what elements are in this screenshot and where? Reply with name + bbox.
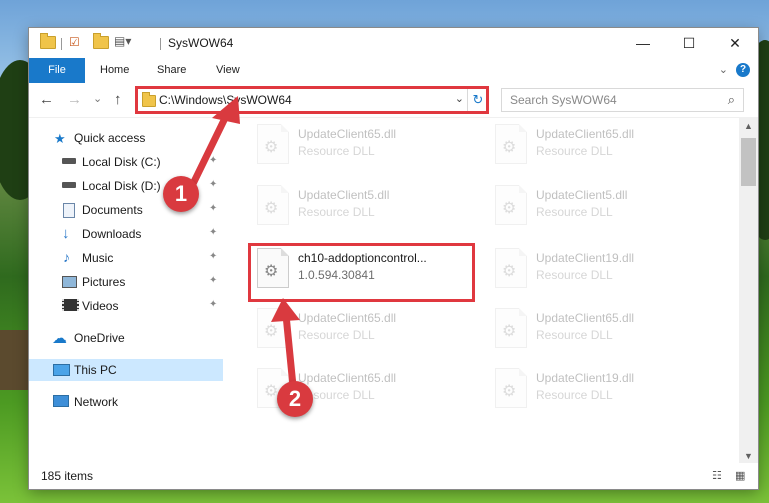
arrow-2-head <box>271 298 300 322</box>
callout-2: 2 <box>277 381 313 417</box>
annotation-arrows <box>186 96 300 400</box>
arrow-1-head <box>212 96 240 124</box>
arrow-1-shaft <box>186 108 232 194</box>
callout-1: 1 <box>163 176 199 212</box>
